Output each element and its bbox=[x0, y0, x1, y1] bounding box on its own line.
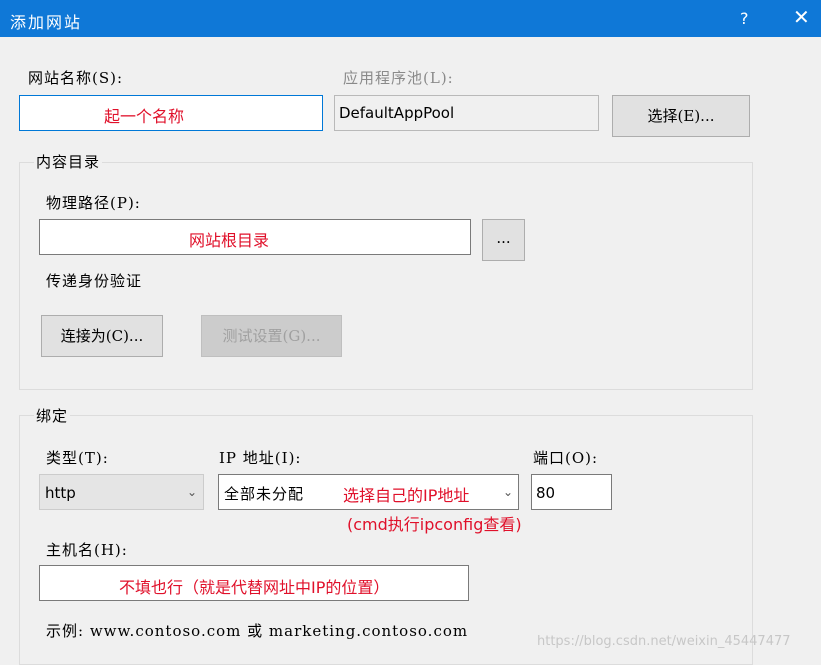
example-text: 示例: www.contoso.com 或 marketing.contoso.… bbox=[46, 622, 469, 640]
physical-path-value: 网站根目录 bbox=[189, 231, 270, 250]
port-label: 端口(O): bbox=[533, 449, 599, 467]
help-button[interactable]: ? bbox=[740, 9, 749, 28]
close-icon[interactable]: ✕ bbox=[793, 7, 810, 27]
type-label: 类型(T): bbox=[46, 449, 109, 467]
chevron-down-icon: ⌄ bbox=[187, 485, 198, 499]
site-name-value: 起一个名称 bbox=[104, 107, 185, 126]
select-app-pool-button[interactable]: 选择(E)... bbox=[612, 95, 750, 137]
browse-button[interactable]: ... bbox=[482, 219, 525, 261]
window-title: 添加网站 bbox=[10, 13, 83, 32]
title-bar: 添加网站 ? ✕ bbox=[0, 0, 821, 37]
connect-as-button[interactable]: 连接为(C)... bbox=[41, 315, 163, 357]
ip-address-value: 全部未分配 bbox=[224, 485, 305, 503]
physical-path-input[interactable]: 网站根目录 bbox=[39, 219, 471, 255]
app-pool-value: DefaultAppPool bbox=[339, 104, 455, 122]
passthrough-auth-label: 传递身份验证 bbox=[46, 272, 143, 290]
site-name-input[interactable]: 起一个名称 bbox=[19, 95, 323, 131]
app-pool-field: DefaultAppPool bbox=[334, 95, 599, 131]
physical-path-label: 物理路径(P): bbox=[46, 194, 141, 212]
ip-address-label: IP 地址(I): bbox=[219, 449, 302, 467]
type-value: http bbox=[45, 484, 76, 502]
content-directory-label: 内容目录 bbox=[34, 151, 103, 172]
ip-annotation-hint: (cmd执行ipconfig查看) bbox=[347, 515, 522, 534]
watermark: https://blog.csdn.net/weixin_45447477 bbox=[537, 634, 791, 649]
binding-label: 绑定 bbox=[34, 405, 71, 426]
ip-annotation: 选择自己的IP地址 bbox=[343, 486, 470, 505]
site-name-label: 网站名称(S): bbox=[28, 69, 124, 87]
host-name-input[interactable]: 不填也行（就是代替网址中IP的位置） bbox=[39, 565, 469, 601]
host-name-value: 不填也行（就是代替网址中IP的位置） bbox=[119, 578, 390, 597]
type-select[interactable]: http ⌄ bbox=[39, 474, 204, 510]
port-value: 80 bbox=[536, 484, 556, 502]
host-name-label: 主机名(H): bbox=[46, 541, 128, 559]
app-pool-label: 应用程序池(L): bbox=[343, 69, 454, 87]
test-settings-button: 测试设置(G)... bbox=[201, 315, 342, 357]
chevron-down-icon: ⌄ bbox=[503, 485, 514, 499]
port-input[interactable]: 80 bbox=[531, 474, 612, 510]
ip-address-select[interactable]: 全部未分配 选择自己的IP地址 ⌄ bbox=[218, 474, 519, 510]
